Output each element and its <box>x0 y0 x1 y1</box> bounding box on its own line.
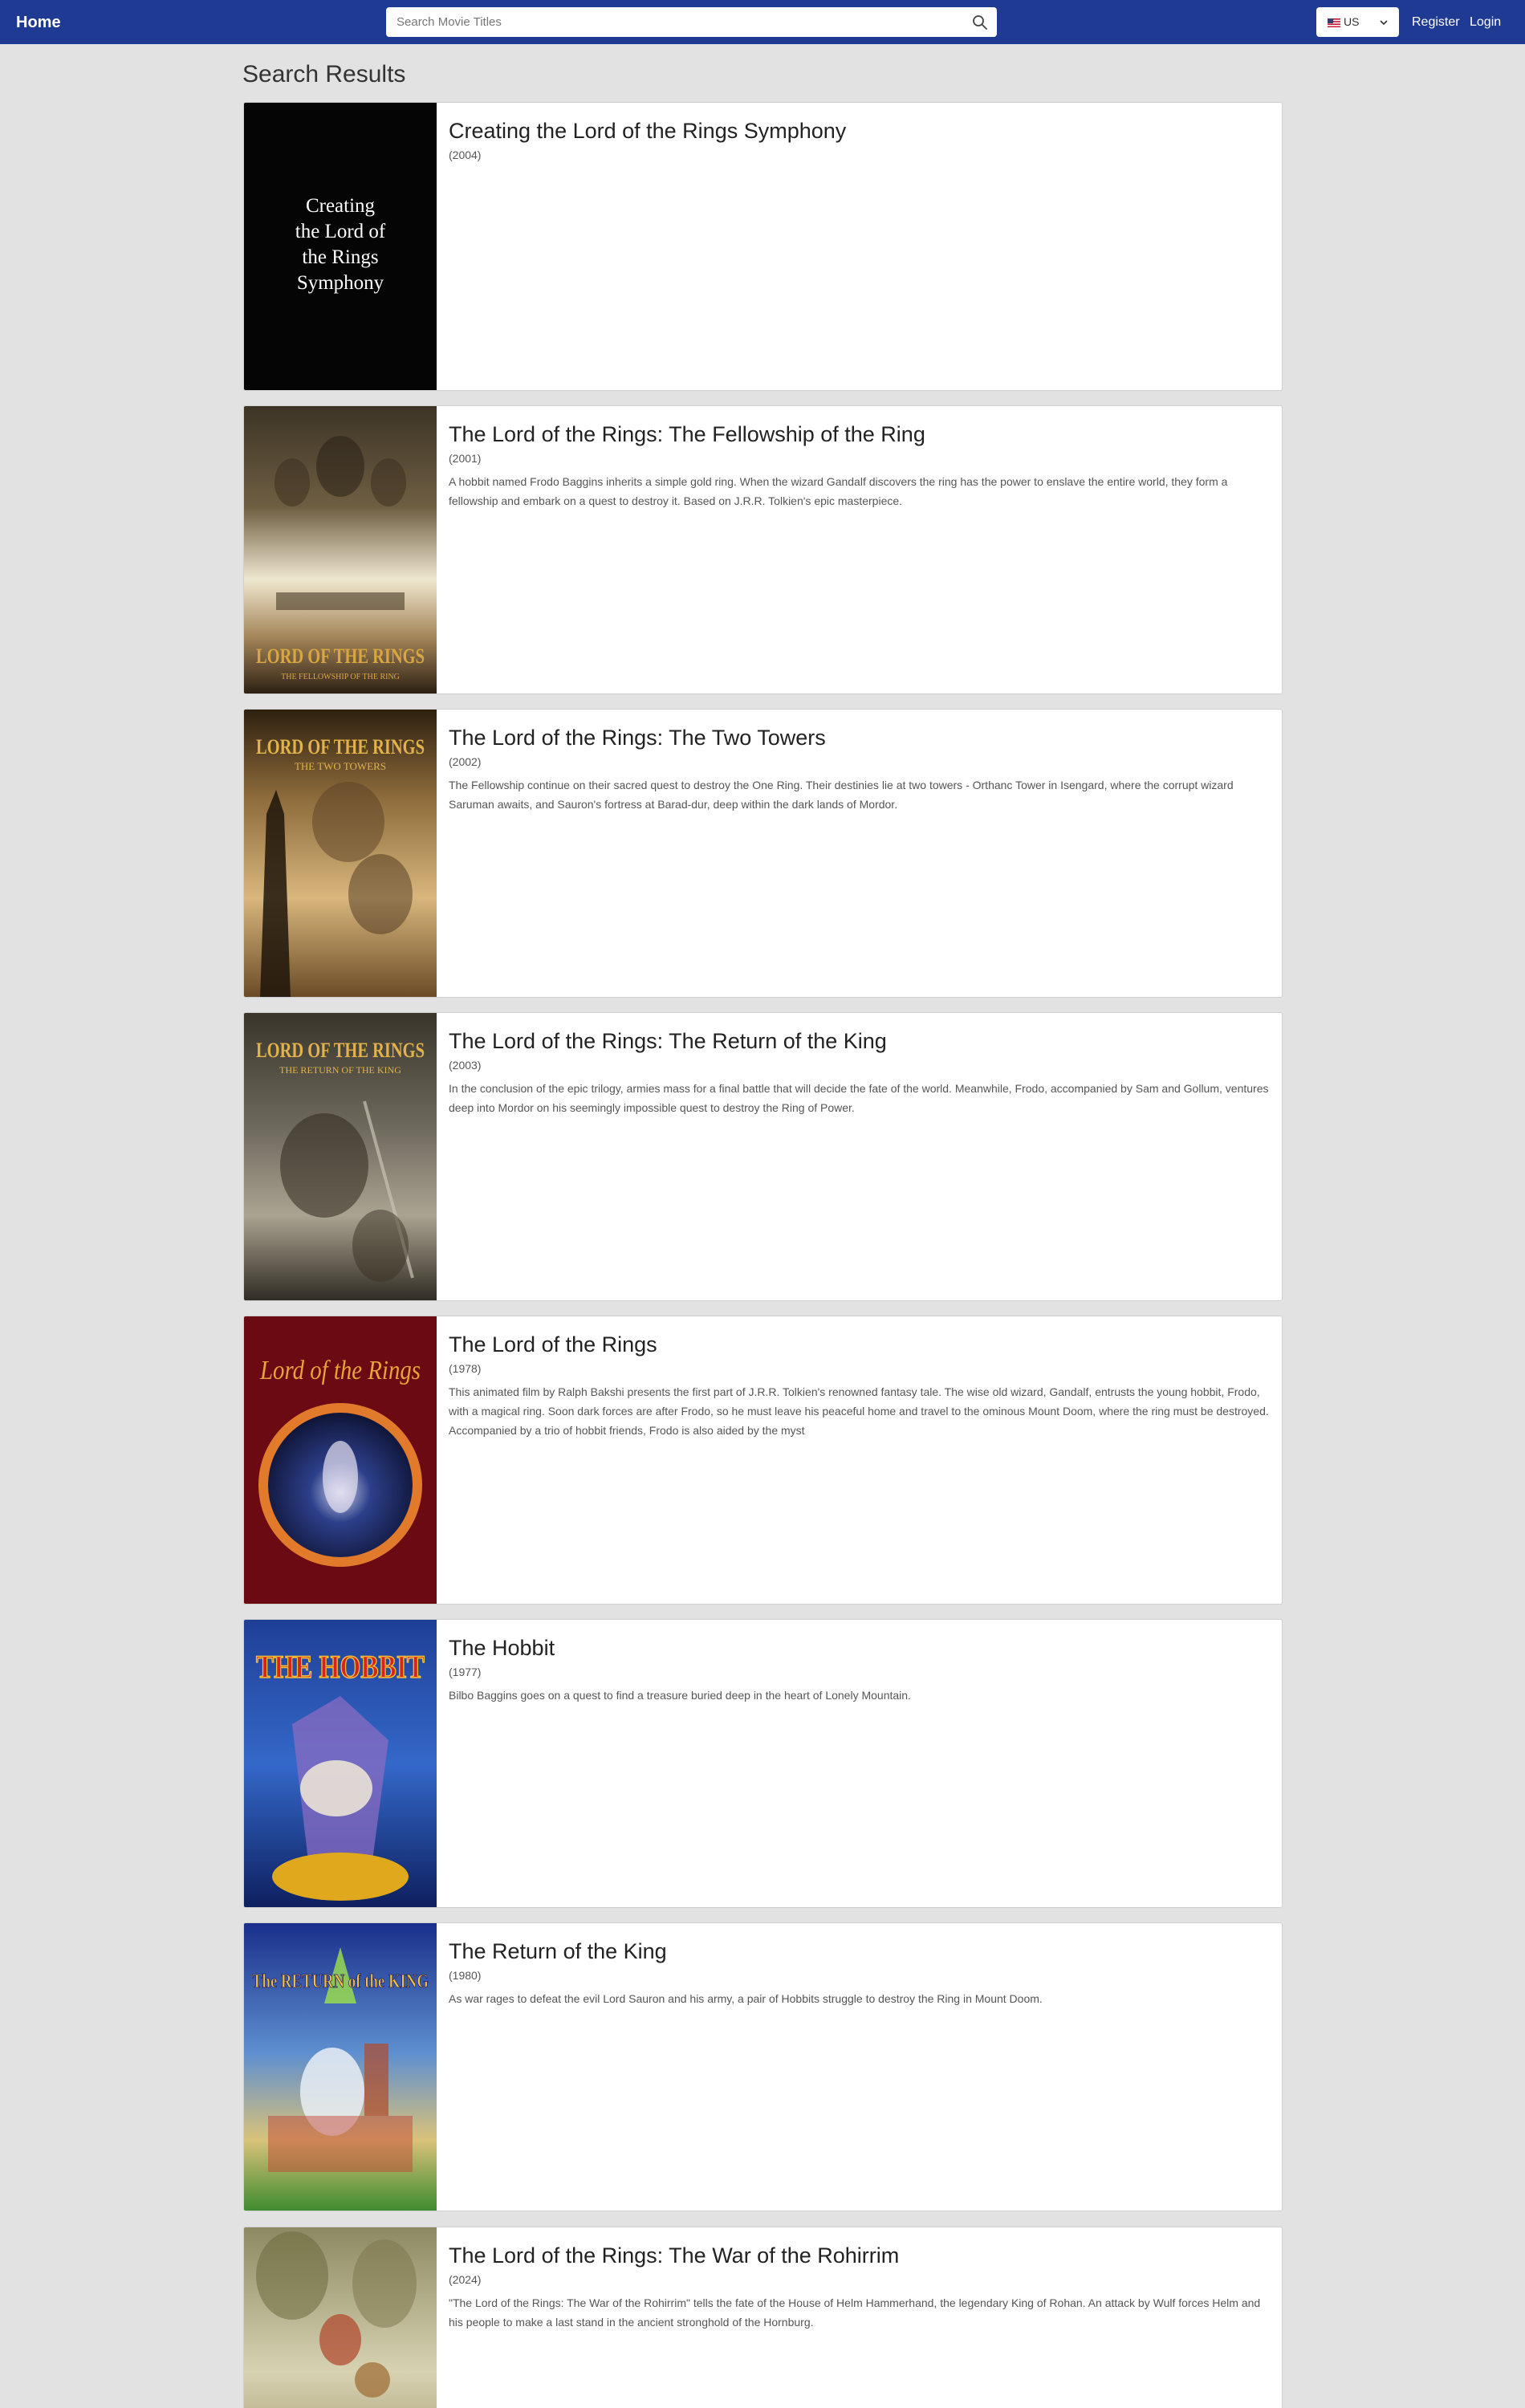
movie-title[interactable]: The Return of the King <box>449 1938 1271 1965</box>
search-box <box>386 7 997 37</box>
movie-title[interactable]: The Lord of the Rings: The War of the Ro… <box>449 2242 1271 2269</box>
movie-year: (1977) <box>449 1666 482 1678</box>
movie-overview: "The Lord of the Rings: The War of the R… <box>449 2296 1261 2329</box>
movie-year: (2024) <box>449 2273 482 2286</box>
poster-text: Creating <box>306 195 376 217</box>
us-flag-icon <box>1328 18 1340 27</box>
poster-text: the Lord of <box>295 221 386 242</box>
poster-logo: LORD OF THE RINGS <box>256 645 425 668</box>
top-navbar: Home US Register Login <box>0 0 1525 44</box>
movie-year: (2004) <box>449 148 482 161</box>
movie-poster[interactable]: LORD OF THE RINGS THE RETURN OF THE KING <box>244 1013 437 1300</box>
result-card[interactable]: Creating the Lord of the Rings Symphony … <box>243 102 1283 391</box>
movie-poster[interactable] <box>244 2227 437 2408</box>
search-input[interactable] <box>386 7 960 37</box>
poster-subtitle: THE FELLOWSHIP OF THE RING <box>281 673 400 681</box>
result-card[interactable]: Lord of the Rings The Lord of the Rings … <box>243 1316 1283 1605</box>
movie-year: (2002) <box>449 755 482 768</box>
movie-year: (2001) <box>449 452 482 465</box>
movie-overview: In the conclusion of the epic trilogy, a… <box>449 1082 1269 1114</box>
result-card[interactable]: The RETURN of the KING The Return of the… <box>243 1922 1283 2211</box>
poster-text: the Rings <box>302 246 378 268</box>
movie-poster[interactable]: LORD OF THE RINGS THE TWO TOWERS <box>244 710 437 997</box>
poster-text: Symphony <box>297 272 384 294</box>
movie-year: (1980) <box>449 1969 482 1982</box>
login-link[interactable]: Login <box>1470 14 1501 31</box>
poster-logo: THE HOBBIT <box>256 1649 425 1685</box>
result-card[interactable]: LORD OF THE RINGS THE FELLOWSHIP OF THE … <box>243 405 1283 694</box>
movie-poster[interactable]: Lord of the Rings <box>244 1316 437 1604</box>
poster-logo: Lord of the Rings <box>259 1356 421 1385</box>
poster-subtitle: THE TWO TOWERS <box>295 760 386 772</box>
movie-poster[interactable]: THE HOBBIT <box>244 1620 437 1907</box>
movie-poster[interactable]: LORD OF THE RINGS THE FELLOWSHIP OF THE … <box>244 406 437 694</box>
poster-logo: LORD OF THE RINGS <box>256 1039 425 1062</box>
register-link[interactable]: Register <box>1412 14 1460 31</box>
movie-overview: A hobbit named Frodo Baggins inherits a … <box>449 475 1228 507</box>
search-icon[interactable] <box>971 14 989 31</box>
result-card[interactable]: LORD OF THE RINGS THE TWO TOWERS The Lor… <box>243 709 1283 998</box>
movie-title[interactable]: The Lord of the Rings: The Return of the… <box>449 1027 1271 1055</box>
country-select[interactable]: US <box>1316 7 1399 37</box>
home-link[interactable]: Home <box>16 12 61 33</box>
poster-subtitle: THE RETURN OF THE KING <box>279 1064 401 1076</box>
movie-poster[interactable]: Creating the Lord of the Rings Symphony <box>244 103 437 390</box>
page-title: Search Results <box>242 61 406 87</box>
movie-overview: The Fellowship continue on their sacred … <box>449 779 1234 811</box>
poster-logo: The RETURN of the KING <box>252 1971 429 1992</box>
movie-title[interactable]: The Hobbit <box>449 1634 1271 1662</box>
movie-title[interactable]: The Lord of the Rings <box>449 1331 1271 1358</box>
result-card[interactable]: The Lord of the Rings: The War of the Ro… <box>243 2227 1283 2408</box>
country-label: US <box>1344 15 1360 28</box>
movie-title[interactable]: The Lord of the Rings: The Fellowship of… <box>449 421 1271 448</box>
result-card[interactable]: LORD OF THE RINGS THE RETURN OF THE KING… <box>243 1012 1283 1301</box>
movie-poster[interactable]: The RETURN of the KING <box>244 1923 437 2211</box>
movie-year: (2003) <box>449 1059 482 1072</box>
result-card[interactable]: THE HOBBIT The Hobbit (1977) Bilbo Baggi… <box>243 1619 1283 1908</box>
movie-title[interactable]: Creating the Lord of the Rings Symphony <box>449 117 1271 144</box>
movie-overview: As war rages to defeat the evil Lord Sau… <box>449 1992 1043 2005</box>
poster-logo: LORD OF THE RINGS <box>256 735 425 759</box>
chevron-down-icon <box>1380 20 1388 26</box>
movie-overview: This animated film by Ralph Bakshi prese… <box>449 1385 1269 1437</box>
movie-title[interactable]: The Lord of the Rings: The Two Towers <box>449 724 1271 751</box>
movie-overview: Bilbo Baggins goes on a quest to find a … <box>449 1689 911 1702</box>
movie-year: (1978) <box>449 1362 482 1375</box>
